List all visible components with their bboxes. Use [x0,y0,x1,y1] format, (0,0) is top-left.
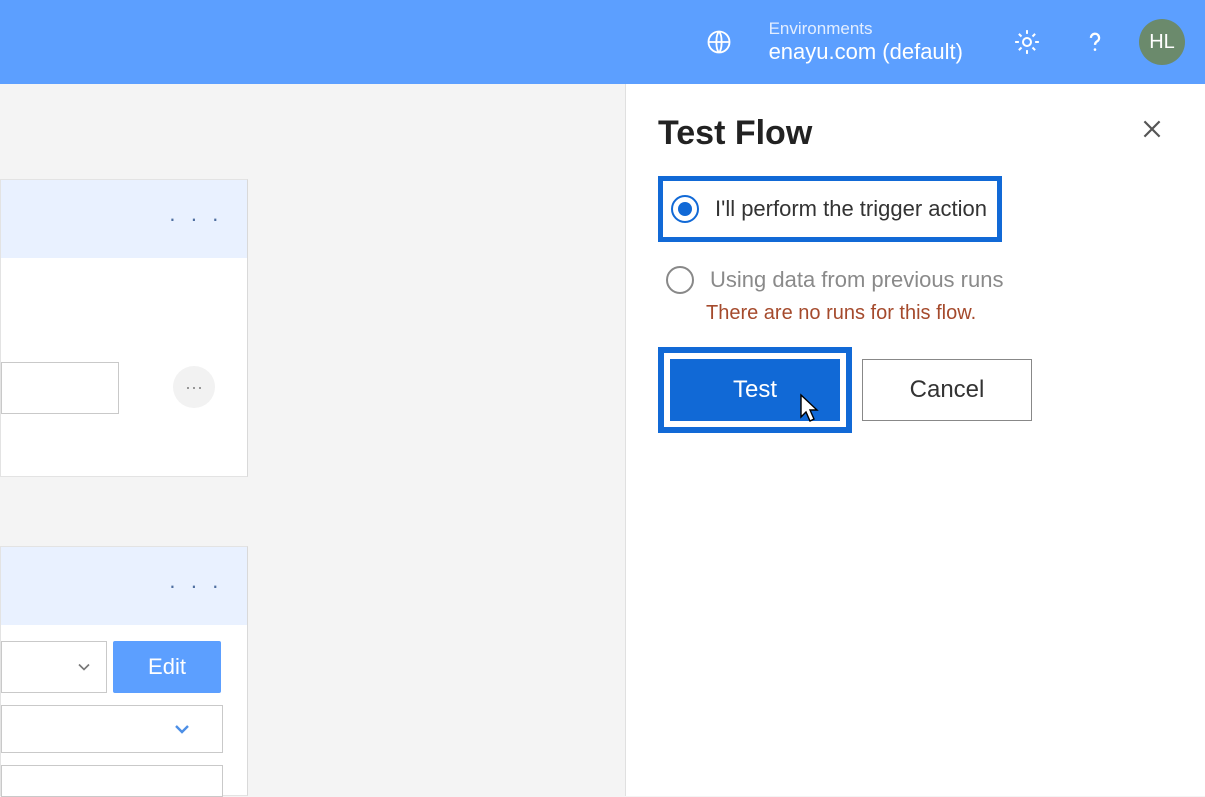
test-flow-panel: Test Flow I'll perform the trigger actio… [625,84,1205,796]
test-button-highlight: Test [658,347,852,433]
cancel-button[interactable]: Cancel [862,359,1032,421]
panel-title: Test Flow [658,114,812,153]
help-icon[interactable] [1079,26,1111,58]
chevron-down-icon [170,717,194,741]
flow-step-card-2[interactable]: · · · Edit [0,546,248,796]
edit-button[interactable]: Edit [113,641,221,693]
avatar-initials: HL [1149,31,1175,54]
card-2-header[interactable]: · · · [1,547,247,625]
avatar[interactable]: HL [1139,19,1185,65]
card-1-more-button[interactable]: ··· [173,366,215,408]
app-header: Environments enayu.com (default) HL [0,0,1205,84]
no-runs-warning: There are no runs for this flow. [706,302,1173,325]
card-2-field[interactable] [1,765,223,797]
ellipsis-icon[interactable]: · · · [169,206,223,232]
env-label: Environments [769,19,963,39]
edit-button-label: Edit [148,654,186,680]
card-2-dropdown[interactable] [1,641,107,693]
test-button-label: Test [733,376,777,404]
ellipsis-icon[interactable]: · · · [169,573,223,599]
gear-icon[interactable] [1011,26,1043,58]
chevron-down-icon [74,657,94,677]
environment-selector[interactable]: Environments enayu.com (default) [685,19,963,66]
radio-option-trigger-label: I'll perform the trigger action [715,196,987,222]
cancel-button-label: Cancel [910,376,985,404]
radio-checked-icon [671,195,699,223]
close-icon[interactable] [1131,112,1173,154]
card-1-field[interactable] [1,362,119,414]
radio-unchecked-icon [666,266,694,294]
globe-icon [703,26,735,58]
test-button[interactable]: Test [670,359,840,421]
radio-option-trigger[interactable]: I'll perform the trigger action [658,176,1002,242]
flow-step-card-1[interactable]: · · · ··· [0,179,248,477]
radio-option-previous-label: Using data from previous runs [710,267,1003,293]
env-name: enayu.com (default) [769,39,963,65]
radio-option-previous: Using data from previous runs [658,256,1173,304]
card-1-header[interactable]: · · · [1,180,247,258]
more-icon: ··· [185,377,203,398]
card-2-expand-row[interactable] [1,705,223,753]
